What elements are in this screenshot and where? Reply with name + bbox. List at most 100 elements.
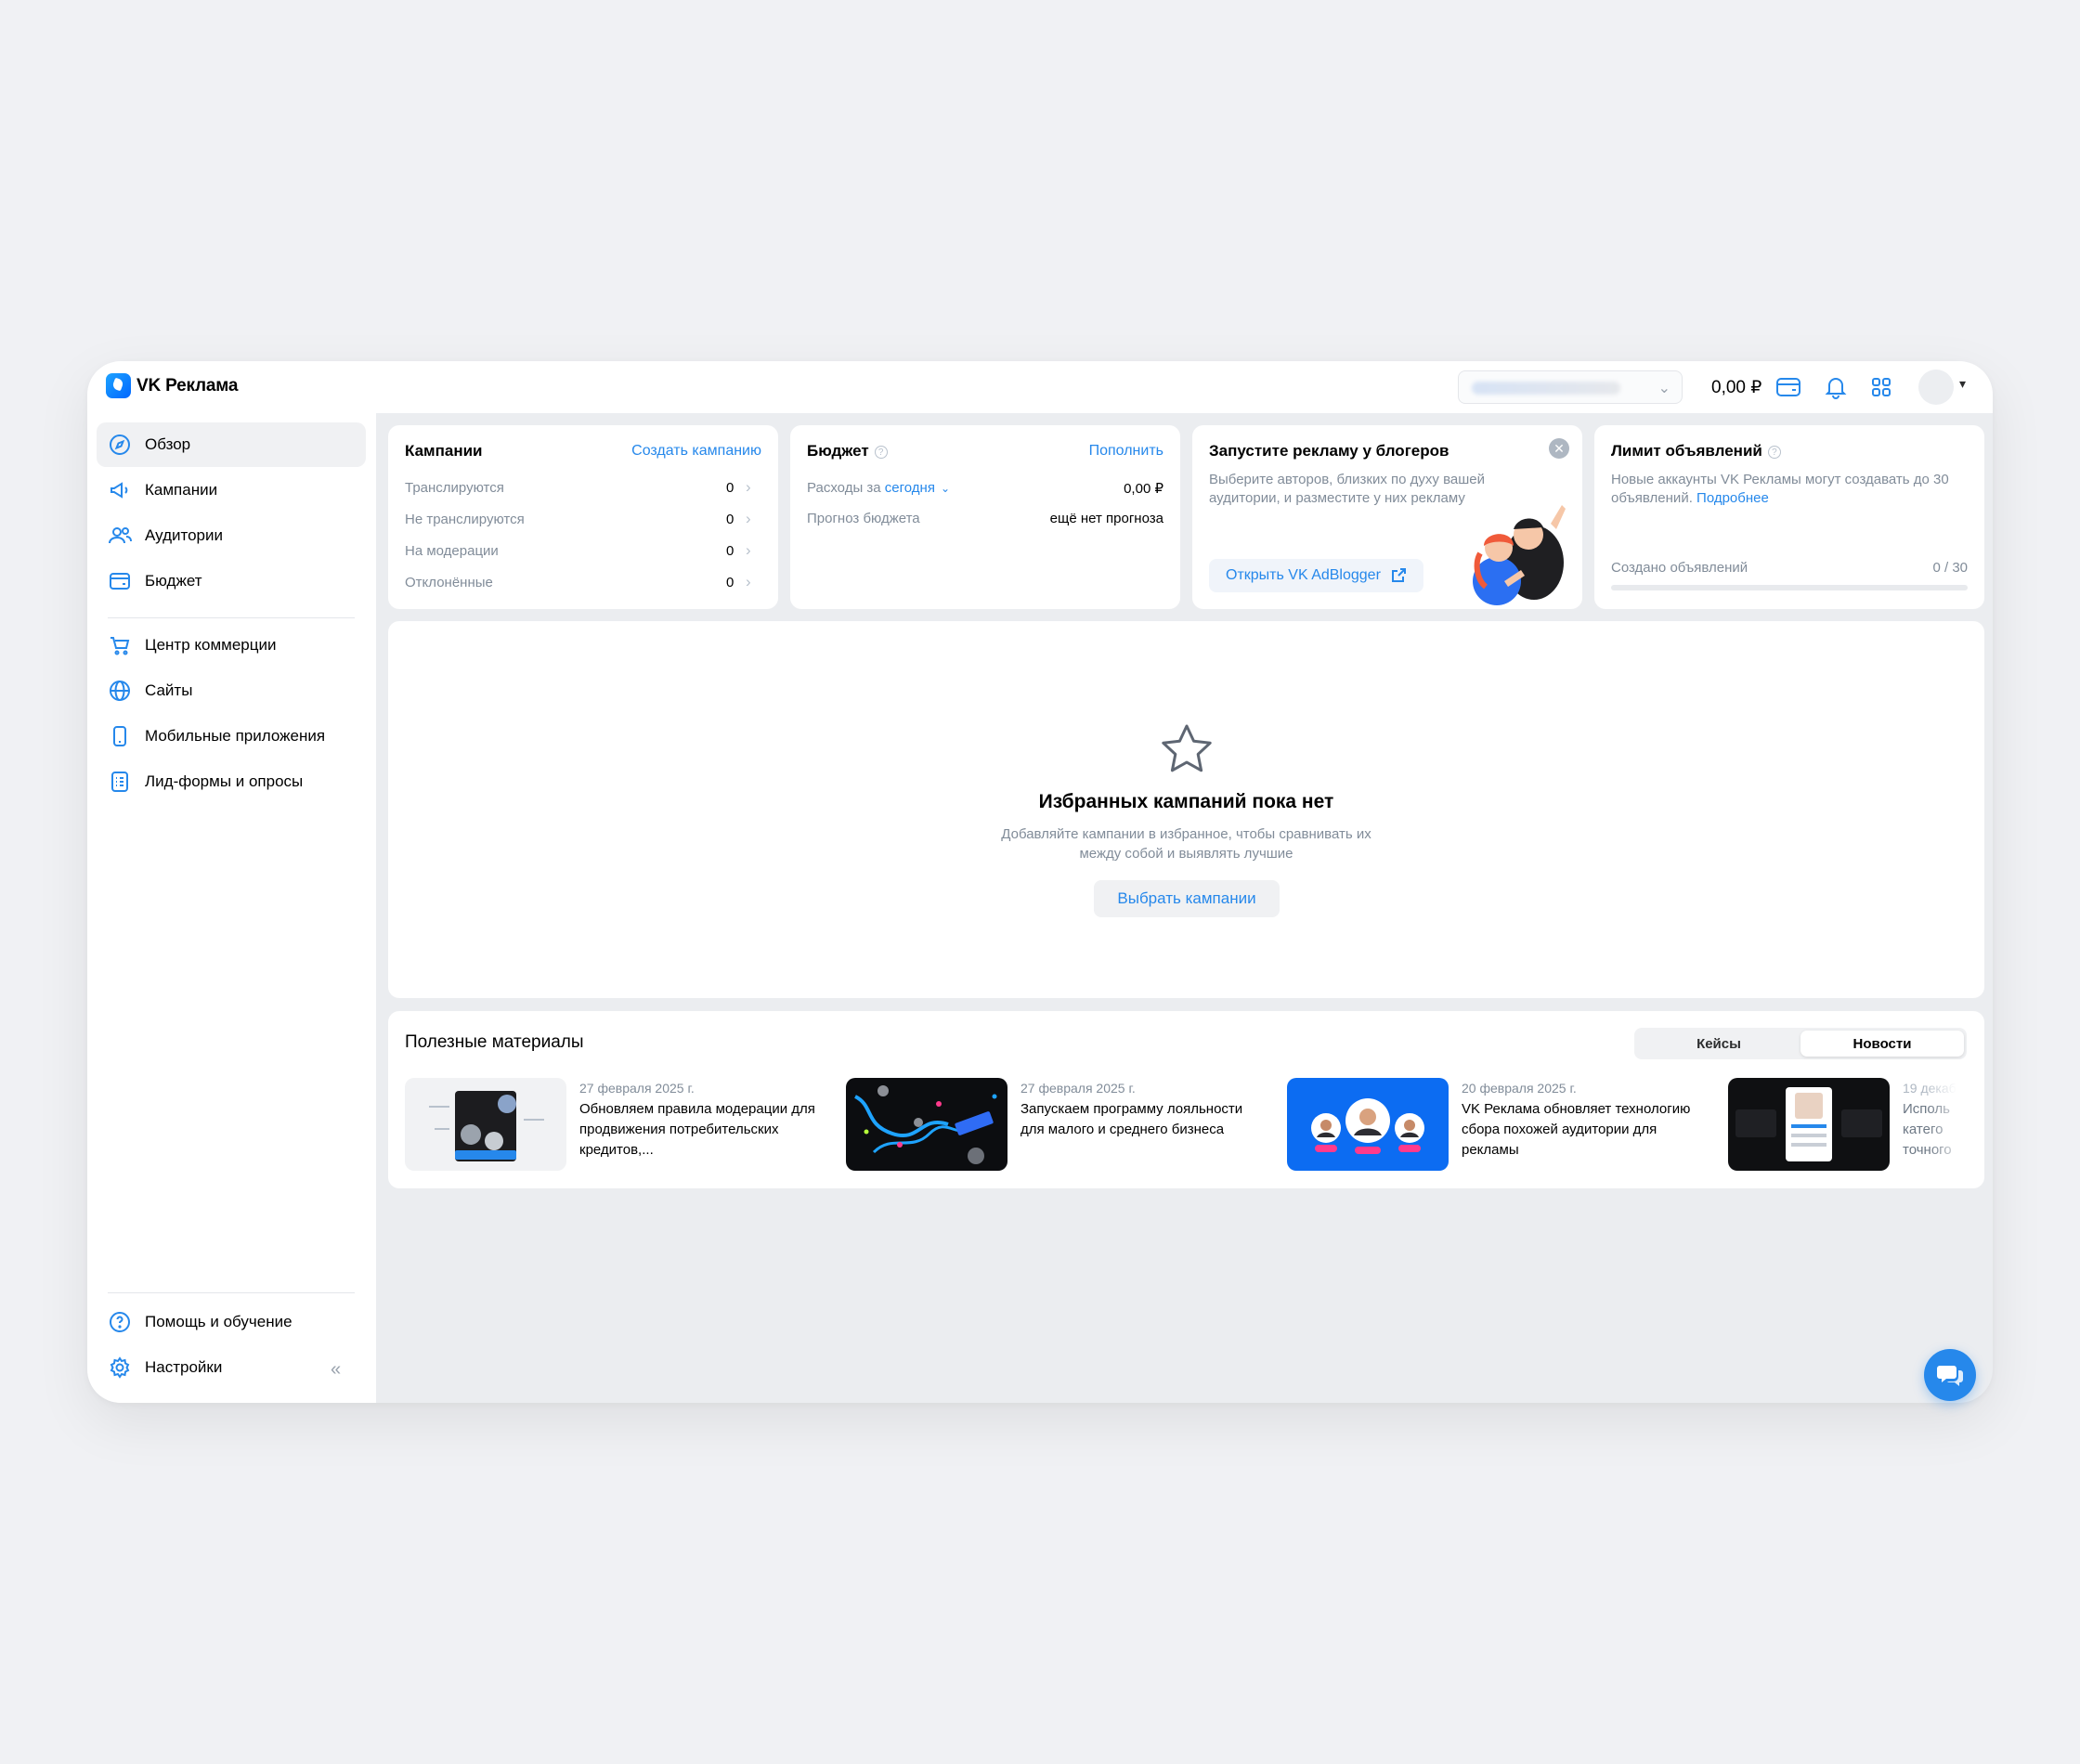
row-label: Не транслируются [405, 512, 525, 527]
sidebar-item-sites[interactable]: Сайты [97, 668, 366, 713]
chevron-down-icon[interactable]: ⌄ [941, 482, 950, 495]
sidebar-item-settings[interactable]: Настройки [97, 1345, 366, 1390]
bloggers-illustration [1473, 505, 1566, 605]
bell-icon[interactable] [1823, 374, 1849, 400]
news-title: VK Реклама обновляет технологию сбора по… [1462, 1101, 1691, 1158]
chevron-right-icon[interactable]: › [746, 510, 751, 528]
news-title: Запускаем программу лояльности для малог… [1020, 1101, 1243, 1137]
news-date: 27 февраля 2025 г. [1020, 1081, 1136, 1096]
section-title: Полезные материалы [405, 1032, 584, 1052]
sidebar-item-label: Сайты [145, 681, 193, 699]
sidebar-item-label: Бюджет [145, 572, 202, 590]
chat-icon [1937, 1366, 1963, 1386]
card-title: Бюджет? [807, 442, 888, 460]
vk-ads-logo-icon [106, 373, 131, 398]
sidebar-item-help[interactable]: Помощь и обучение [97, 1300, 366, 1344]
spend-value: 0,00 ₽ [1124, 481, 1164, 497]
form-icon [108, 770, 132, 794]
settings-icon [108, 1355, 132, 1380]
brand-name: VK Реклама [136, 375, 239, 396]
star-icon [1162, 724, 1212, 772]
created-label: Создано объявлений [1611, 560, 1748, 576]
account-name-blurred [1472, 382, 1620, 395]
news-thumbnail [1287, 1078, 1449, 1171]
sidebar-item-label: Лид-формы и опросы [145, 772, 304, 790]
top-bar: VK Реклама ⌄ 0,00 ₽ ▾ [87, 361, 1993, 413]
row-value: 0 [726, 575, 734, 590]
news-date: 20 февраля 2025 г. [1462, 1081, 1577, 1096]
chevron-down-icon[interactable]: ▾ [1959, 376, 1966, 392]
top-up-link[interactable]: Пополнить [1089, 443, 1164, 460]
help-icon [108, 1310, 132, 1334]
sidebar-item-lead-forms[interactable]: Лид-формы и опросы [97, 759, 366, 804]
users-icon [108, 524, 132, 548]
sidebar-divider [108, 1292, 355, 1293]
avatar[interactable] [1918, 370, 1954, 405]
sidebar-item-label: Центр коммерции [145, 636, 277, 654]
created-value: 0 / 30 [1932, 560, 1968, 576]
button-label: Открыть VK AdBlogger [1226, 567, 1381, 583]
more-link[interactable]: Подробнее [1696, 490, 1769, 506]
news-item[interactable]: 20 февраля 2025 г. VK Реклама обновляет … [1287, 1078, 1714, 1171]
choose-campaigns-button[interactable]: Выбрать кампании [1094, 880, 1280, 917]
megaphone-icon [108, 478, 132, 502]
help-icon[interactable]: ? [1767, 446, 1781, 459]
account-select[interactable]: ⌄ [1458, 370, 1683, 404]
sidebar-item-label: Настройки [145, 1358, 223, 1376]
globe-icon [108, 679, 132, 703]
row-value: 0 [726, 480, 734, 496]
description-line: между собой и выявлять лучшие [1079, 846, 1294, 862]
empty-state-description: Добавляйте кампании в избранное, чтобы с… [388, 824, 1984, 863]
chevron-down-icon: ⌄ [1658, 381, 1670, 396]
news-title: Исполь катего точного [1903, 1101, 1952, 1158]
close-icon[interactable]: ✕ [1549, 438, 1569, 459]
sidebar-divider [108, 617, 355, 618]
sidebar-item-audiences[interactable]: Аудитории [97, 513, 366, 558]
news-date: 27 февраля 2025 г. [579, 1081, 695, 1096]
sidebar-item-campaigns[interactable]: Кампании [97, 468, 366, 512]
news-item[interactable]: 19 декаб Исполь катего точного [1728, 1078, 1970, 1171]
news-thumbnail [405, 1078, 566, 1171]
wallet-icon[interactable] [1775, 374, 1801, 400]
materials-tabs: Кейсы Новости [1634, 1028, 1967, 1059]
row-label: На модерации [405, 543, 499, 559]
chevron-right-icon[interactable]: › [746, 541, 751, 560]
compass-icon [108, 433, 132, 457]
collapse-sidebar-icon[interactable]: « [331, 1359, 341, 1381]
sidebar-item-label: Кампании [145, 481, 218, 499]
open-adblogger-button[interactable]: Открыть VK AdBlogger [1209, 559, 1424, 592]
tab-cases[interactable]: Кейсы [1637, 1031, 1800, 1057]
brand[interactable]: VK Реклама [106, 373, 238, 398]
sidebar-item-label: Мобильные приложения [145, 727, 326, 745]
balance: 0,00 ₽ [1711, 378, 1762, 397]
phone-icon [108, 724, 132, 748]
news-item[interactable]: 27 февраля 2025 г. Запускаем программу л… [846, 1078, 1273, 1171]
help-icon[interactable]: ? [874, 446, 888, 459]
row-label: Отклонённые [405, 575, 493, 590]
period-dropdown[interactable]: сегодня [885, 480, 935, 496]
sidebar: Обзор Кампании Аудитории Бюджет Центр ко… [87, 413, 376, 1403]
campaigns-card: Кампании Создать кампанию Транслируются … [388, 425, 778, 609]
materials-card: Полезные материалы Кейсы Новости 27 февр… [388, 1011, 1984, 1188]
bloggers-promo-card: Запустите рекламу у блогеров ✕ Выберите … [1192, 425, 1582, 609]
apps-grid-icon[interactable] [1868, 374, 1894, 400]
external-link-icon [1391, 568, 1406, 582]
create-campaign-link[interactable]: Создать кампанию [631, 443, 761, 460]
news-item[interactable]: 27 февраля 2025 г. Обновляем правила мод… [405, 1078, 832, 1171]
chevron-right-icon[interactable]: › [746, 478, 751, 497]
sidebar-item-label: Аудитории [145, 526, 223, 544]
sidebar-item-commerce[interactable]: Центр коммерции [97, 623, 366, 668]
wallet-icon [108, 569, 132, 593]
card-title: Запустите рекламу у блогеров [1209, 442, 1450, 460]
card-description: Новые аккаунты VK Рекламы могут создават… [1611, 472, 1949, 506]
sidebar-item-budget[interactable]: Бюджет [97, 559, 366, 603]
news-thumbnail [846, 1078, 1008, 1171]
support-chat-button[interactable] [1924, 1349, 1976, 1401]
ads-limit-card: Лимит объявлений? Новые аккаунты VK Рекл… [1594, 425, 1984, 609]
empty-state-title: Избранных кампаний пока нет [1038, 791, 1334, 812]
sidebar-item-overview[interactable]: Обзор [97, 422, 366, 467]
tab-news[interactable]: Новости [1800, 1031, 1964, 1057]
chevron-right-icon[interactable]: › [746, 573, 751, 591]
sidebar-item-mobile-apps[interactable]: Мобильные приложения [97, 714, 366, 759]
spend-label: Расходы за сегодня ⌄ [807, 480, 951, 496]
